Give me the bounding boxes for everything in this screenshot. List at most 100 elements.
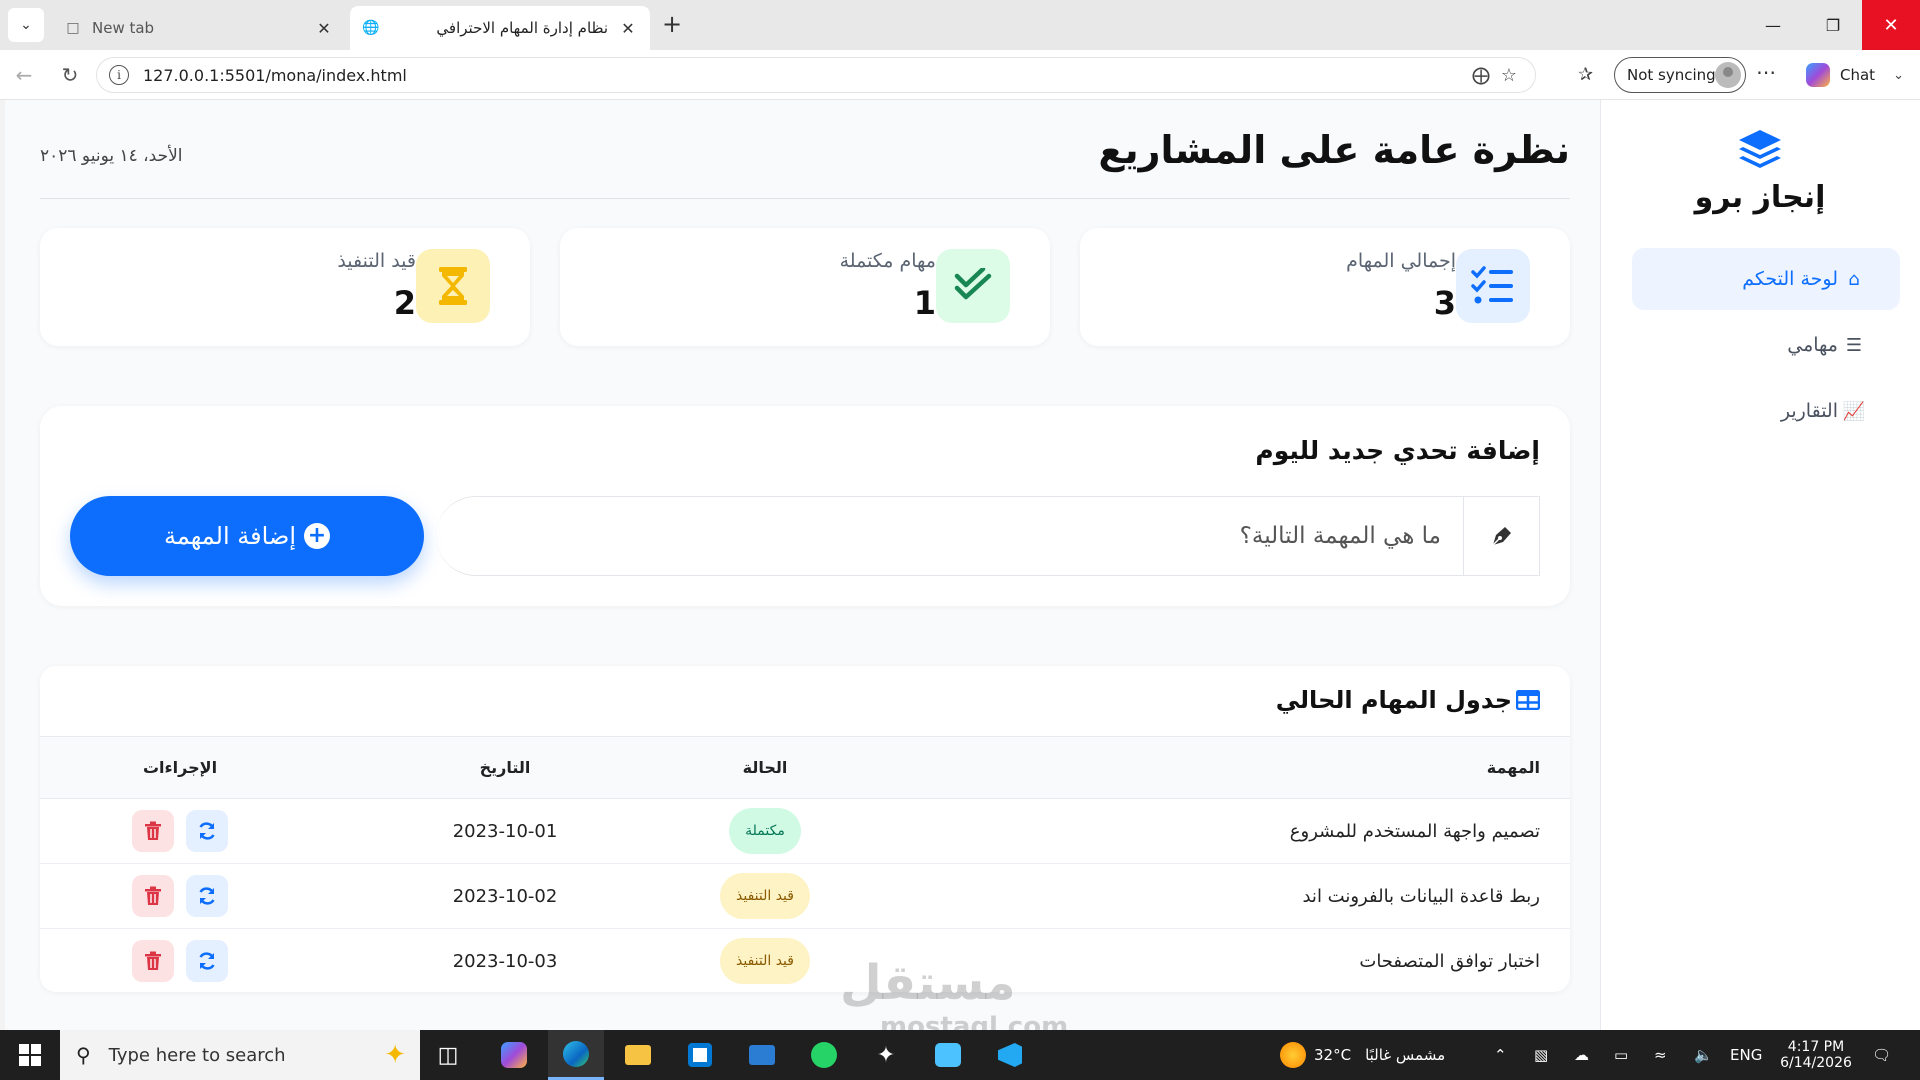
sidebar-item-reports[interactable]: 📈 التقارير: [1632, 380, 1900, 442]
task-input-group: [436, 496, 1540, 576]
refresh-icon: [199, 822, 215, 840]
copilot-chat-button[interactable]: Chat ⌄: [1800, 57, 1916, 93]
language-indicator[interactable]: ENG: [1730, 1030, 1762, 1080]
sun-icon: [1280, 1042, 1306, 1068]
sidebar-item-dashboard[interactable]: ⌂ لوحة التحكم: [1632, 248, 1900, 310]
table-row: ربط قاعدة البيانات بالفرونت اند قيد التن…: [40, 863, 1570, 929]
copilot-icon: [1806, 63, 1830, 87]
table-title: جدول المهام الحالي: [1276, 686, 1540, 714]
camera-app-icon[interactable]: [920, 1030, 976, 1080]
volume-icon[interactable]: 🔈: [1694, 1030, 1713, 1080]
reload-button[interactable]: ↻: [54, 60, 86, 90]
refresh-icon: [199, 952, 215, 970]
pen-icon: [1463, 497, 1539, 575]
weather-widget[interactable]: مشمس غالبًا 32°C: [1280, 1030, 1445, 1080]
tab-title: New tab: [92, 19, 155, 37]
tab-new-tab[interactable]: □ New tab ✕: [52, 6, 346, 50]
clock-time: 4:17 PM: [1787, 1039, 1845, 1055]
task-date: 2023-10-02: [320, 863, 690, 929]
column-header-task[interactable]: المهمة: [840, 736, 1570, 799]
chevron-down-icon[interactable]: ⌄: [1893, 68, 1904, 83]
stat-value: 2: [393, 284, 416, 322]
taskbar-search[interactable]: ⚲ Type here to search ✦: [60, 1030, 420, 1080]
add-task-button[interactable]: + إضافة المهمة: [70, 496, 424, 576]
gemini-icon[interactable]: ✦: [858, 1030, 914, 1080]
more-options-icon[interactable]: ⋯: [1756, 60, 1777, 84]
sidebar-item-my-tasks[interactable]: ☰ مهامي: [1632, 314, 1900, 376]
stat-card-in-progress: قيد التنفيذ 2: [40, 228, 530, 346]
task-name: تصميم واجهة المستخدم للمشروع: [840, 798, 1570, 864]
close-icon[interactable]: ✕: [618, 19, 638, 38]
add-task-card: إضافة تحدي جديد لليوم + إضافة المهمة: [40, 406, 1570, 606]
toggle-status-button[interactable]: [186, 940, 228, 982]
trash-icon: [145, 951, 161, 970]
current-date: الأحد، ١٤ يونيو ٢٠٢٦: [40, 146, 183, 166]
window-close-button[interactable]: ✕: [1862, 0, 1920, 50]
site-info-icon[interactable]: i: [109, 65, 129, 85]
stat-label: قيد التنفيذ: [337, 250, 416, 272]
stat-value: 3: [1433, 284, 1456, 322]
battery-icon[interactable]: ▭: [1614, 1030, 1628, 1080]
app-page: إنجاز برو ⌂ لوحة التحكم ☰ مهامي 📈 التقار…: [5, 100, 1920, 1030]
tab-actions-menu-button[interactable]: ⌄: [8, 8, 44, 42]
trash-icon: [145, 886, 161, 905]
onedrive-icon[interactable]: ☁: [1574, 1030, 1589, 1080]
list-check-icon: [1456, 249, 1530, 323]
mail-icon[interactable]: [734, 1030, 790, 1080]
vscode-icon[interactable]: [982, 1030, 1038, 1080]
close-icon[interactable]: ✕: [314, 19, 334, 38]
maximize-button[interactable]: ❐: [1804, 0, 1862, 50]
column-header-actions: الإجراءات: [40, 736, 320, 799]
add-task-button-label: إضافة المهمة: [164, 522, 296, 550]
clock[interactable]: 4:17 PM 6/14/2026: [1770, 1030, 1862, 1080]
notifications-icon[interactable]: 🗨: [1872, 1030, 1891, 1080]
profile-sync-button[interactable]: Not syncing: [1614, 57, 1746, 93]
delete-task-button[interactable]: [132, 810, 174, 852]
address-bar[interactable]: i 127.0.0.1:5501/mona/index.html ⨁ ☆: [96, 57, 1536, 93]
chevron-up-icon[interactable]: ⌃: [1494, 1030, 1507, 1080]
whatsapp-icon[interactable]: [796, 1030, 852, 1080]
delete-task-button[interactable]: [132, 875, 174, 917]
sidebar-item-label: مهامي: [1787, 334, 1838, 356]
table-icon: [1516, 690, 1540, 710]
add-task-title: إضافة تحدي جديد لليوم: [1255, 436, 1540, 465]
tab-title: نظام إدارة المهام الاحترافي: [436, 19, 608, 37]
copilot-app-icon[interactable]: [486, 1030, 542, 1080]
wifi-icon[interactable]: ≈: [1654, 1030, 1667, 1080]
file-explorer-icon[interactable]: [610, 1030, 666, 1080]
table-header-row: المهمة الحالة التاريخ الإجراءات: [40, 736, 1570, 799]
edge-browser-icon[interactable]: [548, 1030, 604, 1080]
favorites-icon[interactable]: ✰: [1578, 64, 1593, 85]
column-header-status[interactable]: الحالة: [690, 736, 840, 799]
minimize-button[interactable]: —: [1744, 0, 1802, 50]
page-icon: □: [66, 20, 80, 36]
favorite-star-icon[interactable]: ☆: [1495, 65, 1523, 86]
url-text[interactable]: 127.0.0.1:5501/mona/index.html: [143, 66, 1467, 85]
toggle-status-button[interactable]: [186, 810, 228, 852]
task-view-icon[interactable]: ◫: [420, 1030, 476, 1080]
new-task-input[interactable]: [437, 497, 1463, 575]
tasks-table-card: جدول المهام الحالي المهمة الحالة التاريخ…: [40, 666, 1570, 992]
brand-name: إنجاز برو: [1694, 180, 1826, 215]
device-icon[interactable]: ▧: [1534, 1030, 1548, 1080]
row-actions: [40, 940, 320, 982]
back-button[interactable]: ←: [8, 60, 40, 90]
new-tab-button[interactable]: +: [656, 10, 688, 40]
microsoft-store-icon[interactable]: [672, 1030, 728, 1080]
globe-icon: 🌐: [362, 20, 380, 36]
status-badge: مكتملة: [729, 808, 801, 854]
chevron-down-icon: ⌄: [20, 17, 32, 33]
tab-task-manager[interactable]: 🌐 نظام إدارة المهام الاحترافي ✕: [350, 6, 650, 50]
browser-tabstrip: ⌄ □ New tab ✕ 🌐 نظام إدارة المهام الاحتر…: [0, 0, 1920, 50]
weather-text: مشمس غالبًا: [1365, 1046, 1446, 1064]
task-name: ربط قاعدة البيانات بالفرونت اند: [840, 863, 1570, 929]
trash-icon: [145, 821, 161, 840]
column-header-date[interactable]: التاريخ: [320, 736, 690, 799]
translate-icon[interactable]: ⨁: [1467, 65, 1495, 86]
delete-task-button[interactable]: [132, 940, 174, 982]
task-date: 2023-10-03: [320, 928, 690, 992]
start-button[interactable]: [0, 1030, 60, 1080]
home-icon: ⌂: [1848, 268, 1860, 290]
double-check-icon: [936, 249, 1010, 323]
toggle-status-button[interactable]: [186, 875, 228, 917]
